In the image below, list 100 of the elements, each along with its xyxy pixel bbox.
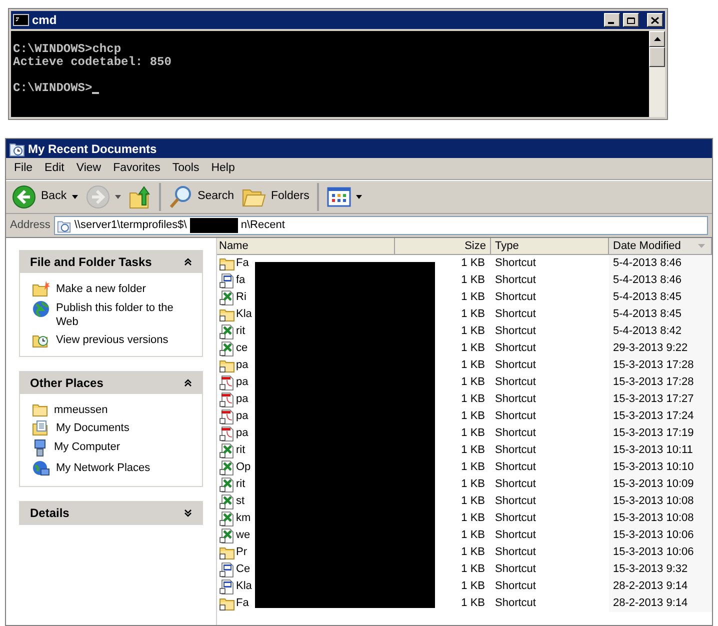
close-button[interactable] xyxy=(647,13,663,27)
task-link[interactable]: My Computer xyxy=(54,439,120,454)
documents-folder-icon xyxy=(32,420,50,436)
file-size: 1 KB xyxy=(460,324,486,340)
file-name[interactable]: Kla xyxy=(236,578,252,595)
file-name[interactable]: Kla xyxy=(236,306,252,323)
file-name[interactable]: Ri xyxy=(236,289,246,306)
console-icon xyxy=(13,14,29,26)
date-modified: 15-3-2013 17:27 xyxy=(609,391,712,408)
minimize-button[interactable] xyxy=(604,13,620,27)
file-type: Shortcut xyxy=(494,477,537,492)
file-name[interactable]: Ce xyxy=(236,561,250,578)
task-link[interactable]: My Documents xyxy=(56,420,130,435)
file-type: Shortcut xyxy=(494,375,537,390)
file-name[interactable]: Op xyxy=(236,459,251,476)
file-name[interactable]: rit xyxy=(236,442,246,459)
address-label: Address xyxy=(10,218,50,234)
scroll-up-button[interactable] xyxy=(649,31,665,47)
column-header[interactable]: Name xyxy=(217,238,395,254)
globe-icon xyxy=(32,300,50,318)
vertical-scrollbar[interactable] xyxy=(649,31,665,117)
maximize-button[interactable] xyxy=(623,13,639,27)
panel-header[interactable]: Other Places xyxy=(20,372,202,394)
file-type: Shortcut xyxy=(494,511,537,526)
file-name[interactable]: Pr xyxy=(236,544,247,561)
file-name[interactable]: pa xyxy=(236,374,248,391)
file-name[interactable]: Fa xyxy=(236,595,249,612)
file-name[interactable]: pa xyxy=(236,425,248,442)
column-header[interactable]: Date Modified xyxy=(609,238,712,254)
date-modified: 15-3-2013 10:06 xyxy=(609,544,712,561)
menu-item[interactable]: Edit xyxy=(38,160,70,178)
file-name[interactable]: fa xyxy=(236,272,246,289)
file-type: Shortcut xyxy=(494,460,537,476)
file-name[interactable]: rit xyxy=(236,323,246,340)
spreadsheet-shortcut-icon xyxy=(219,494,235,510)
file-name[interactable]: pa xyxy=(236,357,248,374)
menu-item[interactable]: File xyxy=(8,160,39,178)
task-link[interactable]: My Network Places xyxy=(56,460,150,475)
pdf-shortcut-icon xyxy=(219,392,235,408)
menu-item[interactable]: Help xyxy=(205,160,241,178)
task-link[interactable]: mmeussen xyxy=(54,402,108,417)
task-link[interactable]: View previous versions xyxy=(56,332,168,347)
file-size: 1 KB xyxy=(460,545,486,560)
file-name[interactable]: rit xyxy=(236,476,246,493)
task-link[interactable]: Make a new folder xyxy=(56,281,146,296)
window-title: cmd xyxy=(32,12,58,29)
menu-item[interactable]: Favorites xyxy=(107,160,166,178)
file-size: 1 KB xyxy=(460,341,486,356)
spreadsheet-shortcut-icon xyxy=(219,340,235,356)
scroll-thumb[interactable] xyxy=(649,47,665,67)
menu-item[interactable]: Tools xyxy=(166,160,206,178)
file-type: Shortcut xyxy=(494,273,537,288)
date-modified: 28-2-2013 9:14 xyxy=(609,578,712,595)
back-button[interactable]: Back xyxy=(10,183,80,211)
console-line: C:\WINDOWS>chcp xyxy=(13,43,122,56)
file-size: 1 KB xyxy=(460,494,486,510)
recent-documents-icon xyxy=(57,218,72,232)
file-name[interactable]: st xyxy=(236,493,245,510)
menu-item[interactable]: View xyxy=(70,160,108,178)
spreadsheet-shortcut-icon xyxy=(219,476,235,492)
window-title: My Recent Documents xyxy=(28,140,157,158)
panel-header[interactable]: File and Folder Tasks xyxy=(20,251,202,273)
sort-arrow-icon xyxy=(698,244,705,248)
views-icon xyxy=(327,187,352,207)
file-type: Shortcut xyxy=(494,409,537,424)
file-type: Shortcut xyxy=(494,358,537,374)
computer-icon xyxy=(32,439,48,457)
folder-shortcut-icon xyxy=(219,596,235,611)
file-size: 1 KB xyxy=(460,528,486,544)
folder-shortcut-icon xyxy=(219,545,235,560)
file-size: 1 KB xyxy=(460,477,486,492)
column-header[interactable]: Size xyxy=(395,238,491,254)
search-button[interactable]: Search xyxy=(158,183,236,211)
views-button[interactable] xyxy=(317,183,364,211)
file-type: Shortcut xyxy=(494,307,537,322)
file-type: Shortcut xyxy=(494,579,537,594)
task-link[interactable]: Publish this folder to the Web xyxy=(56,300,190,329)
file-size: 1 KB xyxy=(460,426,486,442)
file-name[interactable]: Fa xyxy=(236,255,249,272)
web-document-shortcut-icon xyxy=(219,562,235,578)
file-size: 1 KB xyxy=(460,460,486,476)
search-icon xyxy=(168,185,193,209)
console-line: C:\WINDOWS> xyxy=(13,82,92,95)
file-name[interactable]: pa xyxy=(236,391,248,408)
panel-header[interactable]: Details xyxy=(20,502,202,524)
file-name[interactable]: pa xyxy=(236,408,248,425)
folders-button[interactable]: Folders xyxy=(240,183,312,211)
folder-shortcut-icon xyxy=(219,256,235,271)
folder-shortcut-icon xyxy=(219,307,235,322)
file-type: Shortcut xyxy=(494,256,537,272)
close-icon xyxy=(651,16,659,24)
date-modified: 5-4-2013 8:46 xyxy=(609,272,712,289)
file-name[interactable]: ce xyxy=(236,340,248,357)
file-name[interactable]: we xyxy=(236,527,250,544)
web-document-shortcut-icon xyxy=(219,272,235,288)
file-name[interactable]: km xyxy=(236,510,251,527)
file-size: 1 KB xyxy=(460,562,486,578)
address-field[interactable]: \\server1\termprofiles$\ n\Recent xyxy=(54,216,708,235)
file-size: 1 KB xyxy=(460,307,486,322)
maximize-icon xyxy=(627,16,635,24)
